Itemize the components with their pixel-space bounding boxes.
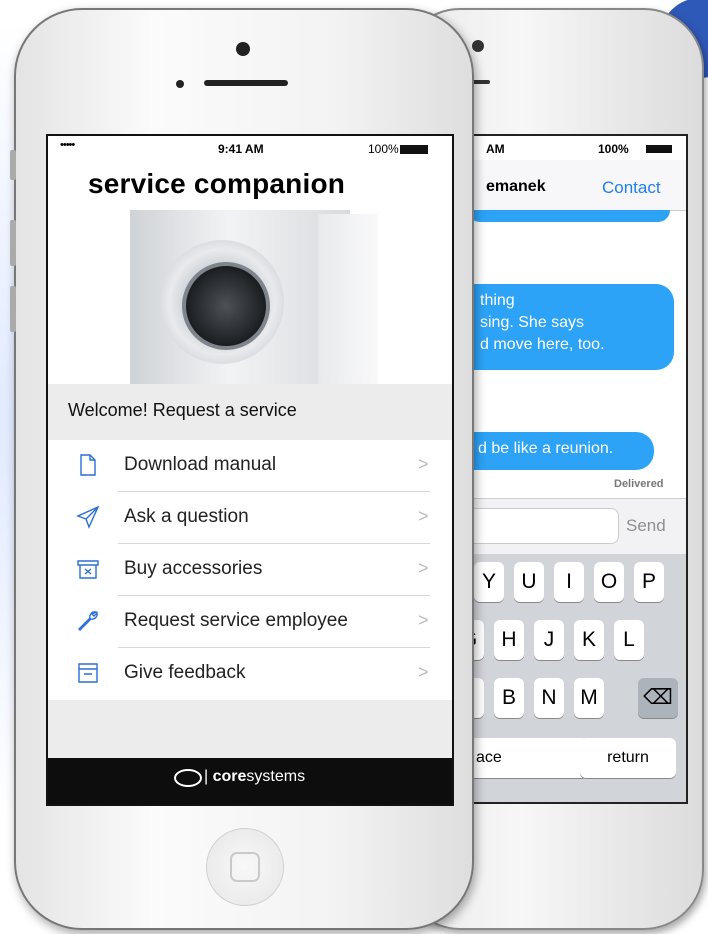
menu-item-give-feedback[interactable]: Give feedback > [48,648,452,700]
volume-down-button [10,286,16,332]
status-bar: AM 100% [468,136,686,158]
brand-bold: core [212,768,247,785]
chevron-right-icon: > [418,662,429,682]
status-battery-text: 100% [598,142,629,156]
contact-button[interactable]: Contact [602,178,661,198]
menu-item-label: Request service employee [124,610,348,631]
keyboard: Y U I O P G H J K L / B N M ⌫ ace return [468,554,686,802]
chevron-right-icon: > [418,558,429,578]
battery-icon [646,145,672,153]
home-square-icon [230,852,260,882]
welcome-heading: Welcome! Request a service [68,400,297,420]
app-screen: ••••• 9:41 AM 100% service companion Wel… [46,134,454,806]
message-bubble: thing sing. She says d move here, too. [468,284,674,370]
menu-item-request-service-employee[interactable]: Request service employee > [48,596,452,648]
delete-key-icon[interactable]: ⌫ [638,678,678,718]
washing-machine-side [318,214,378,384]
key[interactable]: L [614,620,644,660]
menu-item-label: Buy accessories [124,558,263,579]
key[interactable]: N [534,678,564,718]
menu-item-download-manual[interactable]: Download manual > [48,440,452,492]
contact-name: emanek [486,178,546,195]
chevron-right-icon: > [418,454,429,474]
message-line: d move here, too. [480,336,605,353]
key[interactable]: I [554,562,584,602]
delivered-label: Delivered [614,478,664,490]
status-battery-text: 100% [368,142,399,156]
key[interactable]: Y [474,562,504,602]
message-text: d be like a reunion. [478,440,614,457]
brand-rest: systems [246,768,306,785]
status-bar: ••••• 9:41 AM 100% [48,136,452,158]
message-line: thing [480,292,515,309]
status-time: 9:41 AM [218,142,264,156]
menu-item-label: Ask a question [124,506,249,527]
volume-up-button [10,220,16,266]
front-camera [236,42,250,56]
menu-item-label: Download manual [124,454,277,475]
chevron-right-icon: > [418,610,429,630]
key[interactable]: J [534,620,564,660]
status-time: AM [486,142,505,156]
message-bubble-partial [468,210,670,222]
key[interactable]: O [594,562,624,602]
space-key[interactable]: ace [468,738,588,778]
chevron-right-icon: > [418,506,429,526]
message-line: sing. She says [480,314,585,331]
menu-item-label: Give feedback [124,662,246,683]
coresystems-logo-icon [174,769,202,787]
mute-switch [10,150,16,180]
service-menu: Download manual > Ask a question > Buy a… [48,440,452,700]
key[interactable]: U [514,562,544,602]
footer-brand: | coresystems [204,768,306,785]
paper-plane-icon [76,505,100,529]
document-icon [80,454,96,476]
empty-area [48,700,452,758]
key[interactable]: P [634,562,664,602]
menu-item-buy-accessories[interactable]: Buy accessories > [48,544,452,596]
menu-item-ask-question[interactable]: Ask a question > [48,492,452,544]
earpiece-speaker [204,80,288,86]
wrench-icon [78,611,99,631]
signal-icon: ••••• [60,139,75,151]
key[interactable]: K [574,620,604,660]
app-title: service companion [88,168,346,199]
washer-drum [182,262,270,350]
return-key[interactable]: return [580,738,676,778]
key[interactable]: H [494,620,524,660]
key[interactable]: B [494,678,524,718]
box-icon [77,560,99,579]
send-button[interactable]: Send [626,516,666,536]
battery-icon [400,145,428,154]
message-input[interactable] [468,508,619,544]
back-phone-camera [472,40,484,52]
proximity-sensor [176,80,184,88]
message-bubble: d be like a reunion. [468,432,654,470]
archive-icon [78,663,98,683]
messages-screen: AM 100% emanek Contact thing sing. She s… [466,134,688,804]
key[interactable]: M [574,678,604,718]
